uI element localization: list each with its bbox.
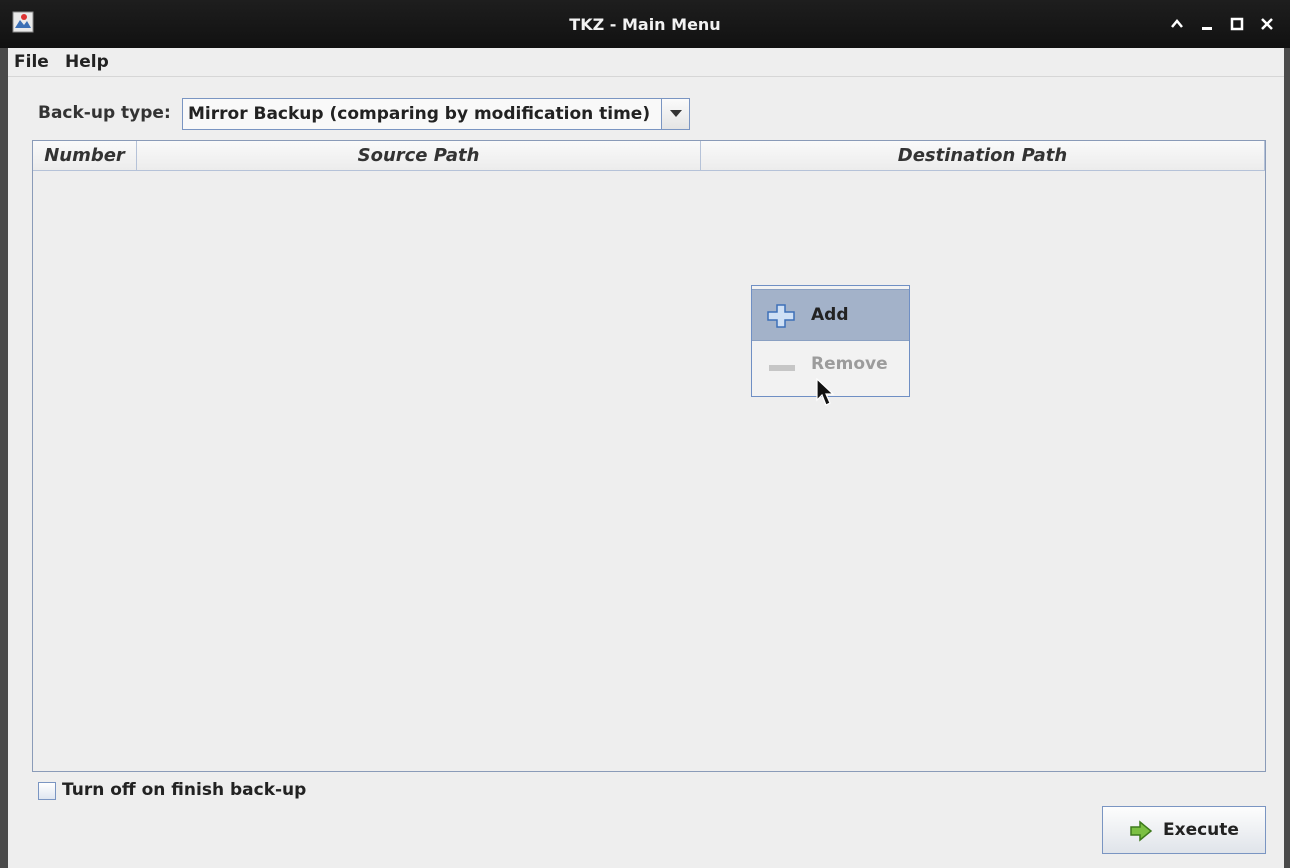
window-controls [1162, 12, 1282, 36]
column-header-destination-path[interactable]: Destination Path [701, 141, 1265, 170]
menu-file[interactable]: File [14, 52, 49, 72]
shutdown-checkbox-label[interactable]: Turn off on finish back-up [62, 780, 306, 800]
backup-type-label: Back-up type: [38, 103, 171, 123]
chevron-up-icon[interactable] [1162, 12, 1192, 36]
menu-item-remove[interactable]: Remove [752, 343, 909, 395]
minimize-icon[interactable] [1192, 12, 1222, 36]
column-header-number[interactable]: Number [33, 141, 137, 170]
menu-item-remove-label: Remove [811, 354, 888, 374]
backup-type-dropdown[interactable]: Mirror Backup (comparing by modification… [182, 98, 690, 130]
menu-bar: File Help [8, 48, 1284, 77]
arrow-right-icon [1130, 820, 1153, 842]
minus-icon [769, 365, 795, 371]
maximize-icon[interactable] [1222, 12, 1252, 36]
column-header-source-path[interactable]: Source Path [137, 141, 701, 170]
close-icon[interactable] [1252, 12, 1282, 36]
execute-button[interactable]: Execute [1102, 806, 1266, 854]
table-context-menu: Add Remove [751, 285, 910, 397]
backup-paths-table[interactable]: Number Source Path Destination Path [32, 140, 1266, 772]
main-window: File Help Back-up type: Mirror Backup (c… [8, 48, 1284, 868]
shutdown-checkbox[interactable] [38, 782, 56, 800]
window-title: TKZ - Main Menu [569, 15, 721, 34]
plus-icon [767, 304, 795, 328]
chevron-down-icon [669, 110, 682, 117]
table-header: Number Source Path Destination Path [33, 141, 1265, 171]
backup-type-value: Mirror Backup (comparing by modification… [188, 104, 651, 124]
dropdown-arrow-button[interactable] [661, 99, 689, 129]
menu-item-add[interactable]: Add [752, 289, 909, 341]
title-bar[interactable]: TKZ - Main Menu [0, 0, 1290, 48]
execute-button-label: Execute [1163, 820, 1239, 840]
menu-help[interactable]: Help [65, 52, 109, 72]
menu-item-add-label: Add [811, 305, 849, 325]
